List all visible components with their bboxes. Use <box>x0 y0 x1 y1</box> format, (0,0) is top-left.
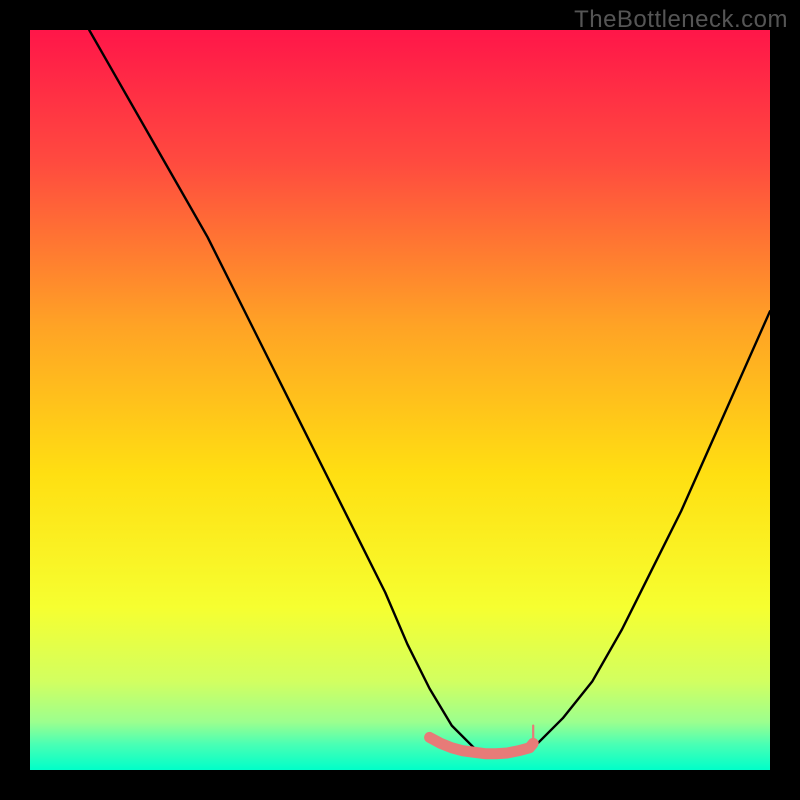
bottleneck-plot <box>30 30 770 770</box>
watermark-text: TheBottleneck.com <box>574 6 788 34</box>
gradient-background <box>30 30 770 770</box>
chart-frame: TheBottleneck.com <box>0 0 800 800</box>
plot-svg <box>30 30 770 770</box>
